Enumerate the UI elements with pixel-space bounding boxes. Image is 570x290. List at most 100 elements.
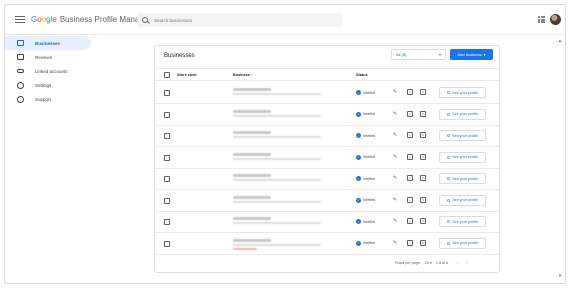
business-address-redacted	[233, 157, 321, 160]
see-your-profile-button[interactable]: G See your profile	[439, 151, 486, 163]
status-badge: ✓ Verified	[356, 133, 375, 138]
add-post-icon[interactable]: ✎	[420, 89, 426, 95]
see-profile-label: See your profile	[452, 219, 479, 224]
add-photo-icon[interactable]: +	[407, 132, 413, 138]
table-row[interactable]: ✓ Verified ✎ + ✎ G See your profile	[155, 233, 499, 255]
table-row[interactable]: ✓ Verified ✎ + ✎ G See your profile	[155, 211, 499, 233]
row-checkbox[interactable]	[164, 133, 170, 139]
business-name-redacted	[233, 88, 271, 91]
verified-check-icon: ✓	[356, 197, 361, 203]
chevron-right-icon[interactable]: ›	[466, 260, 468, 266]
add-photo-icon[interactable]: +	[407, 175, 413, 181]
add-post-icon[interactable]: ✎	[420, 153, 426, 160]
sidebar: Businesses Reviews Linked accounts Setti…	[5, 36, 97, 283]
add-photo-icon[interactable]: +	[407, 110, 413, 117]
verified-check-icon: ✓	[356, 176, 361, 181]
column-business[interactable]: Business ↑	[233, 73, 253, 77]
add-post-icon[interactable]: ✎	[420, 218, 426, 224]
rows-per-page-value: 20	[424, 261, 429, 265]
business-name-redacted	[233, 195, 271, 199]
row-checkbox[interactable]	[164, 154, 170, 161]
add-photo-icon[interactable]: +	[407, 239, 413, 246]
add-business-button[interactable]: Add business ▾	[450, 49, 493, 60]
apps-grid-icon[interactable]	[538, 16, 545, 23]
avatar[interactable]	[550, 14, 561, 25]
business-address-redacted	[233, 243, 321, 246]
table-row[interactable]: ✓ Verified ✎ + ✎ G See your profile	[155, 190, 499, 212]
verified-check-icon: ✓	[356, 154, 361, 160]
sidebar-item-settings[interactable]: Settings	[5, 78, 97, 92]
add-photo-icon[interactable]: +	[407, 153, 413, 160]
add-post-icon[interactable]: ✎	[420, 110, 426, 117]
add-business-label: Add business	[457, 52, 482, 57]
chevron-left-icon[interactable]: ‹	[456, 260, 458, 266]
app-logo[interactable]: Google Business Profile Manager	[31, 15, 151, 24]
business-name-redacted	[233, 152, 271, 156]
row-checkbox[interactable]	[164, 197, 170, 204]
add-post-icon[interactable]: ✎	[420, 175, 426, 181]
row-checkbox[interactable]	[164, 111, 170, 118]
see-your-profile-button[interactable]: G See your profile	[439, 130, 486, 141]
edit-pencil-icon[interactable]: ✎	[392, 197, 398, 203]
see-profile-label: See your profile	[452, 241, 479, 245]
businesses-card: Businesses All (8) ▾ Add business ▾ Stor…	[154, 45, 500, 273]
row-checkbox[interactable]	[164, 90, 170, 96]
sidebar-item-reviews[interactable]: Reviews	[5, 50, 97, 64]
select-all-checkbox[interactable]	[164, 72, 170, 78]
table-row[interactable]: ✓ Verified ✎ + ✎ G See your profile	[155, 125, 499, 147]
column-store-code[interactable]: Store code	[177, 73, 197, 77]
sidebar-item-linked-accounts[interactable]: Linked accounts	[5, 64, 97, 78]
row-checkbox[interactable]	[164, 219, 170, 225]
table-row[interactable]: ✓ Verified ✎ + ✎ G See your profile	[155, 147, 499, 169]
scroll-up-icon[interactable]: ▲	[558, 38, 562, 43]
see-profile-label: See your profile	[452, 112, 479, 116]
search-icon	[142, 17, 148, 23]
add-post-icon[interactable]: ✎	[420, 196, 426, 203]
help-icon	[17, 95, 24, 103]
business-address-redacted	[233, 200, 321, 203]
google-g-icon: G	[446, 111, 451, 117]
table-row[interactable]: ✓ Verified ✎ + ✎ G See your profile	[155, 168, 499, 190]
search-bar[interactable]	[137, 13, 342, 27]
edit-pencil-icon[interactable]: ✎	[392, 175, 398, 181]
edit-pencil-icon[interactable]: ✎	[392, 240, 398, 246]
status-badge: ✓ Verified	[356, 111, 375, 117]
table-row[interactable]: ✓ Verified ✎ + ✎ G See your profile	[155, 82, 499, 104]
table-row[interactable]: ✓ Verified ✎ + ✎ G See your profile	[155, 104, 499, 126]
see-your-profile-button[interactable]: G See your profile	[439, 194, 486, 206]
add-post-icon[interactable]: ✎	[420, 132, 426, 138]
add-photo-icon[interactable]: +	[407, 89, 413, 95]
link-icon	[17, 69, 24, 73]
see-your-profile-button[interactable]: G See your profile	[439, 216, 486, 227]
logo-letter: e	[52, 15, 57, 24]
business-address-redacted	[233, 114, 321, 117]
edit-pencil-icon[interactable]: ✎	[392, 89, 398, 95]
row-checkbox[interactable]	[164, 176, 170, 182]
menu-icon[interactable]	[15, 16, 25, 23]
search-input[interactable]	[154, 17, 324, 23]
add-post-icon[interactable]: ✎	[420, 239, 426, 246]
scroll-down-icon[interactable]: ▼	[558, 273, 562, 278]
rows-per-page-select[interactable]: 20 ▾	[425, 261, 432, 265]
see-profile-label: See your profile	[452, 176, 479, 181]
edit-pencil-icon[interactable]: ✎	[392, 111, 398, 117]
sidebar-item-label: Businesses	[35, 40, 61, 46]
add-photo-icon[interactable]: +	[407, 218, 413, 224]
see-your-profile-button[interactable]: G See your profile	[439, 173, 486, 184]
status-text: Verified	[363, 155, 375, 159]
sidebar-item-businesses[interactable]: Businesses	[5, 36, 91, 50]
column-business-label: Business	[233, 73, 250, 77]
see-your-profile-button[interactable]: G See your profile	[439, 108, 486, 120]
google-g-icon: G	[446, 219, 451, 224]
google-g-icon: G	[446, 90, 451, 95]
edit-pencil-icon[interactable]: ✎	[392, 218, 398, 224]
see-your-profile-button[interactable]: G See your profile	[439, 237, 486, 249]
edit-pencil-icon[interactable]: ✎	[392, 154, 398, 160]
edit-pencil-icon[interactable]: ✎	[392, 132, 398, 138]
add-photo-icon[interactable]: +	[407, 196, 413, 203]
filter-select[interactable]: All (8) ▾	[391, 49, 446, 60]
sidebar-item-support[interactable]: Support	[5, 92, 97, 106]
see-your-profile-button[interactable]: G See your profile	[439, 87, 486, 98]
row-checkbox[interactable]	[164, 240, 170, 247]
status-text: Verified	[363, 198, 375, 202]
